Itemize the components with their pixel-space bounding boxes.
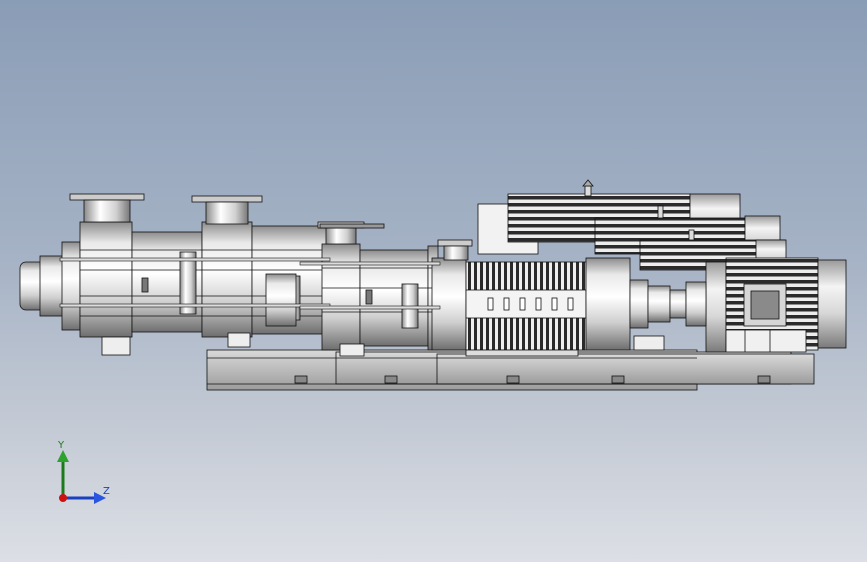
cad-viewport[interactable]: Y Z bbox=[0, 0, 867, 562]
shaft-coupling[interactable] bbox=[629, 279, 707, 351]
motor-front[interactable] bbox=[705, 257, 847, 353]
pump-stage-front[interactable] bbox=[431, 239, 631, 357]
pump-assembly-model[interactable] bbox=[0, 0, 867, 562]
axis-label-z: Z bbox=[103, 486, 110, 497]
axis-label-y: Y bbox=[58, 440, 65, 451]
triad-axes bbox=[57, 450, 106, 504]
orientation-triad[interactable]: Y Z bbox=[40, 436, 120, 516]
